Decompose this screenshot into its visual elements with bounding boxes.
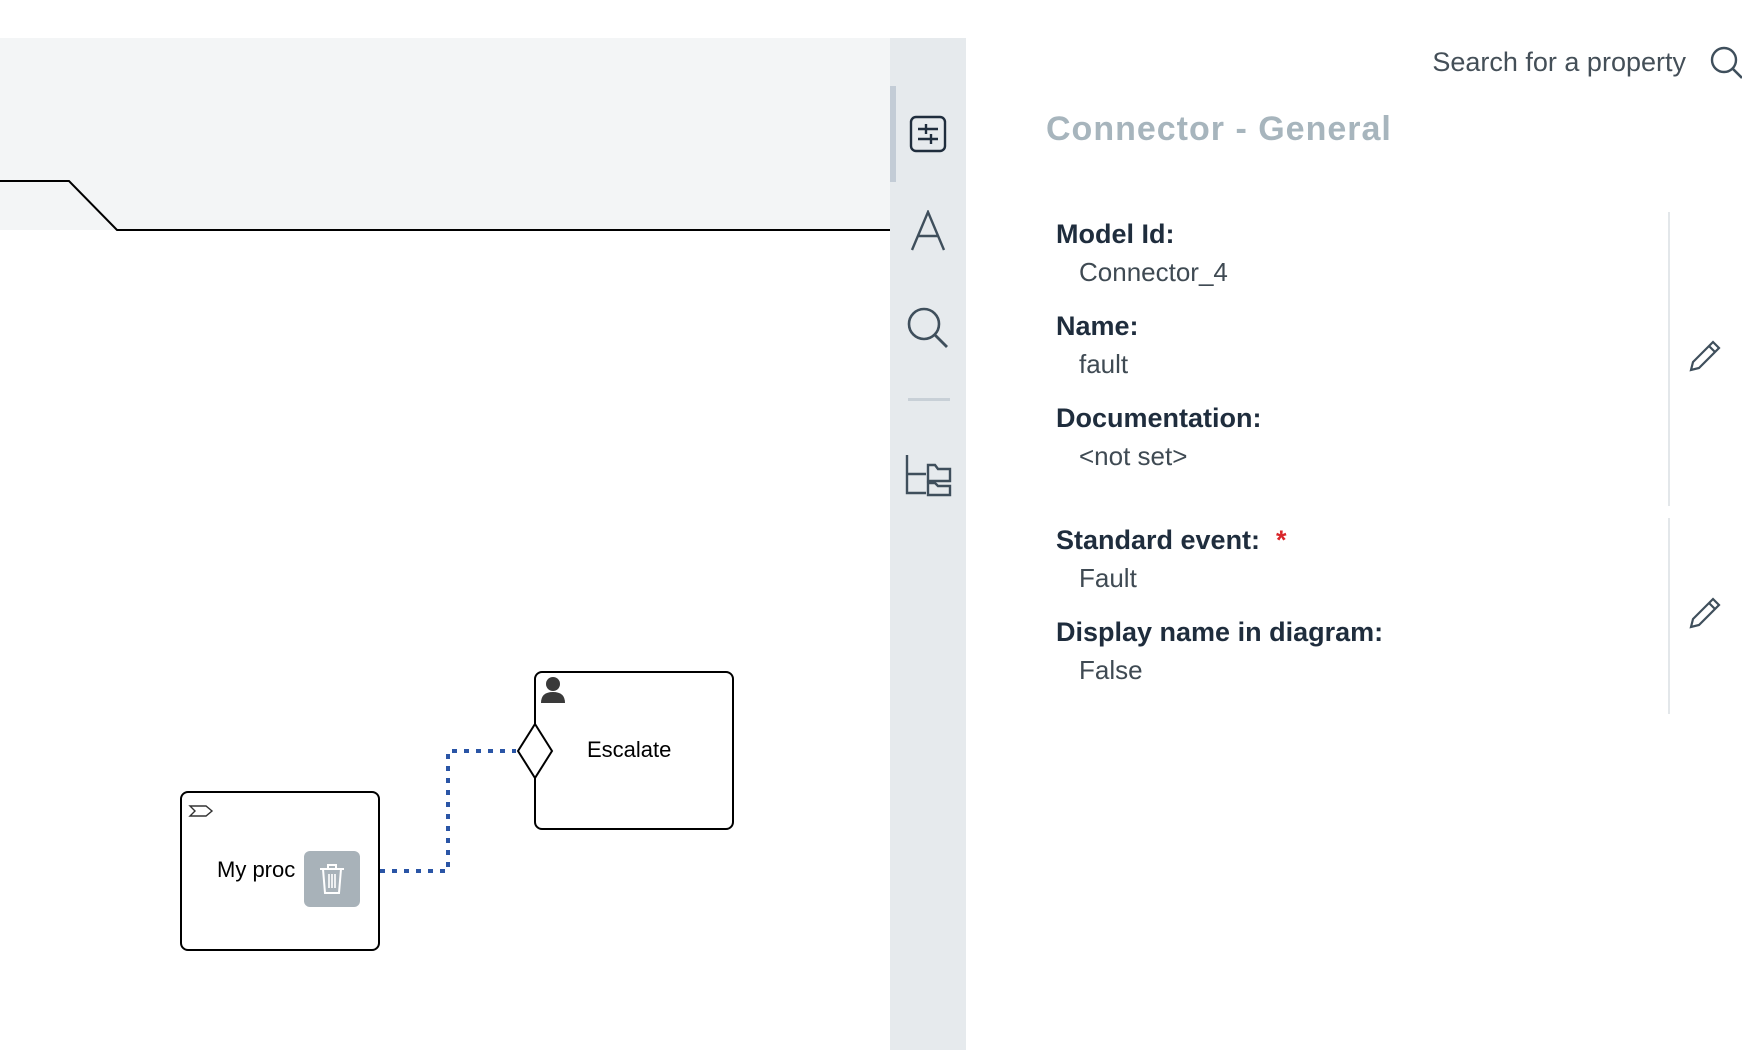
task-escalate-label[interactable]: Escalate: [587, 737, 671, 763]
display-name-label: Display name in diagram:: [1056, 617, 1384, 647]
model-id-value: Connector_4: [1079, 257, 1228, 287]
documentation-value: <not set>: [1079, 441, 1188, 471]
group-divider: [1668, 212, 1670, 506]
documentation-label: Documentation:: [1056, 403, 1262, 433]
diagram-drawing: [0, 180, 890, 951]
text-tool-button[interactable]: [890, 191, 966, 271]
side-toolbar: [890, 38, 966, 1050]
standard-event-label: Standard event: *: [1056, 522, 1646, 558]
magnifier-icon: [907, 307, 948, 348]
properties-tool-button[interactable]: [890, 94, 966, 174]
group-divider: [1668, 518, 1670, 714]
standard-event-value: Fault: [1079, 563, 1137, 593]
display-name-value: False: [1079, 655, 1143, 685]
model-id-label: Model Id:: [1056, 219, 1175, 249]
required-marker: *: [1276, 525, 1287, 555]
name-value: fault: [1079, 349, 1129, 379]
search-icon-button[interactable]: [1706, 44, 1742, 80]
properties-panel: Connector - General Model Id: Connector_…: [966, 0, 1742, 1050]
pencil-icon: [1689, 597, 1721, 629]
task-my-process-label[interactable]: My proc: [217, 857, 295, 883]
connector-line: [380, 749, 516, 873]
property-search-input[interactable]: [1326, 46, 1706, 78]
general-properties-group: Model Id: Connector_4 Name: fault Docume…: [1056, 216, 1646, 492]
pool-tab-outline: [0, 180, 890, 231]
search-icon: [1710, 46, 1742, 79]
toolbar-divider: [908, 398, 950, 401]
name-label: Name:: [1056, 311, 1139, 341]
delete-element-button[interactable]: [304, 851, 360, 907]
diagram-canvas[interactable]: My proc Escalate: [0, 0, 890, 1050]
sliders-icon: [909, 115, 947, 153]
search-tool-button[interactable]: [890, 288, 966, 368]
trash-icon: [320, 864, 344, 894]
outline-tool-button[interactable]: [890, 435, 966, 515]
edit-general-button[interactable]: [1680, 331, 1730, 381]
property-search: [1326, 44, 1742, 80]
font-icon: [910, 210, 946, 251]
event-properties-group: Standard event: * Fault Display name in d…: [1056, 522, 1646, 706]
edit-event-button[interactable]: [1680, 588, 1730, 638]
pencil-icon: [1689, 340, 1721, 372]
standard-event-label-text: Standard event:: [1056, 525, 1261, 555]
folder-tree-icon: [905, 455, 952, 497]
panel-title: Connector - General: [1046, 110, 1392, 148]
